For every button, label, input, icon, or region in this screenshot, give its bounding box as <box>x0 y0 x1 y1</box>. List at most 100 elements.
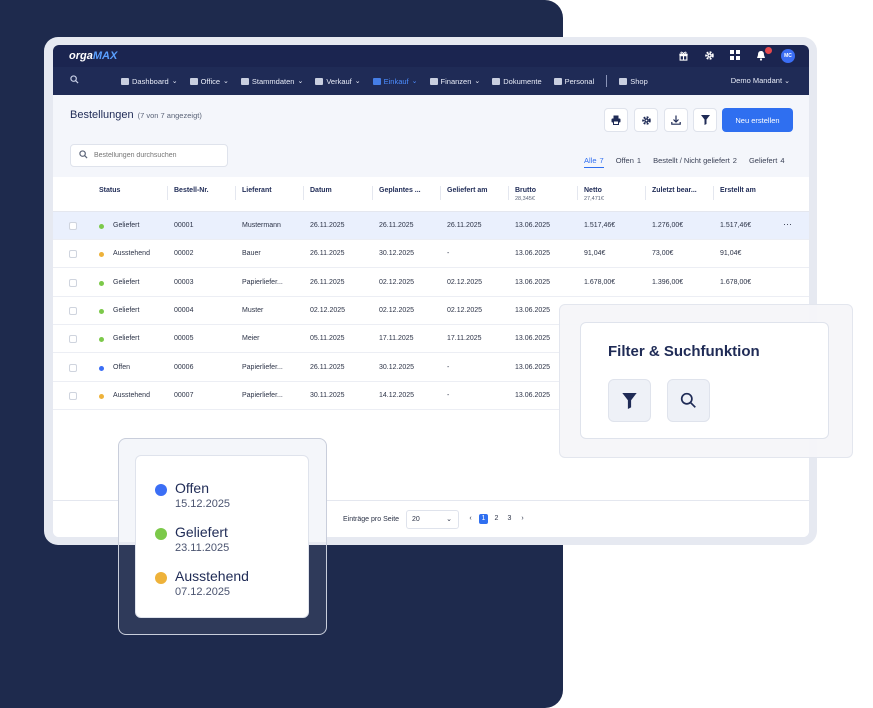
person-icon <box>553 77 562 85</box>
nav-item-einkauf[interactable]: Einkauf ⌄ <box>372 77 418 86</box>
avatar[interactable]: MC <box>781 49 795 63</box>
per-page-value: 20 <box>412 516 420 523</box>
col-erstellt[interactable]: Erstellt am <box>720 187 756 194</box>
cell-geliefert-am: - <box>447 391 450 399</box>
tab-alle[interactable]: Alle 7 <box>584 156 604 168</box>
filter-button[interactable] <box>608 379 651 422</box>
col-geliefert-am[interactable]: Geliefert am <box>447 187 487 194</box>
page-count: (7 von 7 angezeigt) <box>137 111 202 120</box>
status-dot <box>155 572 167 584</box>
page-2[interactable]: 2 <box>492 514 501 524</box>
filter-card: Filter & Suchfunktion <box>580 322 829 439</box>
row-checkbox[interactable] <box>69 278 77 287</box>
settings-button[interactable] <box>634 108 658 132</box>
nav-item-finanzen[interactable]: Finanzen ⌄ <box>429 77 480 86</box>
row-checkbox[interactable] <box>69 363 77 372</box>
row-checkbox[interactable] <box>69 250 77 259</box>
netto-sum: 27,471€ <box>584 196 604 202</box>
page-3[interactable]: 3 <box>505 514 514 524</box>
cell-nr: 00005 <box>174 335 194 343</box>
row-more-icon[interactable]: ··· <box>783 219 792 229</box>
per-page-select[interactable]: 20 ⌄ <box>406 510 459 529</box>
nav-search-icon[interactable] <box>70 75 79 87</box>
legend-date: 15.12.2025 <box>175 498 231 510</box>
status-dot <box>155 484 167 496</box>
nav-item-verkauf[interactable]: Verkauf ⌄ <box>315 77 361 86</box>
cell-status: Geliefert <box>113 278 140 286</box>
column-divider <box>508 186 509 200</box>
nav-item-shop[interactable]: Shop <box>619 77 648 86</box>
row-checkbox[interactable] <box>69 391 77 400</box>
search-icon <box>79 150 88 161</box>
bell-icon[interactable] <box>755 47 772 62</box>
col-zuletzt[interactable]: Zuletzt bear... <box>652 187 697 194</box>
tab-geliefert[interactable]: Geliefert 4 <box>749 156 785 168</box>
search-input[interactable] <box>94 152 214 159</box>
legend-label: Geliefert <box>175 524 228 540</box>
new-order-button[interactable]: Neu erstellen <box>722 108 793 132</box>
nav-item-personal[interactable]: Personal <box>553 77 594 86</box>
filter-icon <box>700 115 710 125</box>
cell-status: Geliefert <box>113 222 140 229</box>
cell-geplant: 26.11.2025 <box>379 222 414 229</box>
chevron-down-icon: ⌄ <box>223 78 229 85</box>
cell-lieferant: Papierliefer... <box>242 278 283 286</box>
nav-label: Stammdaten <box>251 76 295 86</box>
row-checkbox[interactable] <box>69 306 77 315</box>
users-icon <box>240 77 249 85</box>
nav-item-dashboard[interactable]: Dashboard ⌄ <box>121 77 178 86</box>
search-button[interactable] <box>667 379 710 422</box>
cell-status: Ausstehend <box>113 250 150 258</box>
cell-brutto: 13.06.2025 <box>515 335 551 343</box>
tab-offen[interactable]: Offen 1 <box>616 156 641 168</box>
cell-lieferant: Papierliefer... <box>242 363 283 371</box>
search-box[interactable] <box>70 144 228 167</box>
table-row[interactable]: Geliefert 00001 Mustermann 26.11.2025 26.11.… <box>53 212 809 240</box>
nav-item-office[interactable]: Office ⌄ <box>189 77 229 86</box>
cell-status: Ausstehend <box>113 391 150 399</box>
cell-datum: 26.11.2025 <box>310 278 345 286</box>
column-divider <box>167 186 168 200</box>
status-dot <box>99 365 104 371</box>
main-nav: Dashboard ⌄ Office ⌄ Stammdaten ⌄ Verkauf ⌄ … <box>53 67 809 95</box>
print-button[interactable] <box>604 108 628 132</box>
col-nr[interactable]: Bestell-Nr. <box>174 187 209 194</box>
legend-label: Offen <box>175 480 209 496</box>
col-datum[interactable]: Datum <box>310 187 332 194</box>
cell-status: Geliefert <box>113 306 140 314</box>
row-checkbox[interactable] <box>69 335 77 344</box>
gear-icon[interactable] <box>703 50 715 62</box>
table-row[interactable]: Geliefert 00003 Papierliefer... 26.11.2025 0… <box>53 268 809 297</box>
filter-button[interactable] <box>693 108 717 132</box>
chevron-down-icon: ⌄ <box>297 78 304 85</box>
gift-icon[interactable] <box>677 50 689 62</box>
col-status[interactable]: Status <box>99 187 120 194</box>
tab-label: Alle <box>584 156 597 165</box>
status-dot <box>99 280 104 286</box>
app-logo[interactable]: orgaMAX <box>69 50 117 62</box>
mandant-selector[interactable]: Demo Mandant ⌄ <box>731 76 790 85</box>
col-geplant[interactable]: Geplantes ... <box>379 187 421 194</box>
cell-geliefert-am: 02.12.2025 <box>447 306 483 314</box>
page-1[interactable]: 1 <box>479 514 488 524</box>
col-netto[interactable]: Netto 27,471€ <box>584 187 604 202</box>
nav-item-dokumente[interactable]: Dokumente <box>492 77 542 86</box>
cell-brutto: 13.06.2025 <box>515 250 551 258</box>
download-button[interactable] <box>664 108 688 132</box>
cell-zuletzt: 73,00€ <box>652 250 674 258</box>
next-page-icon[interactable]: › <box>518 514 527 524</box>
prev-page-icon[interactable]: ‹ <box>466 514 475 524</box>
nav-item-stammdaten[interactable]: Stammdaten ⌄ <box>240 76 304 86</box>
tab-bestellt[interactable]: Bestellt / Nicht geliefert 2 <box>653 156 737 168</box>
cell-geplant: 02.12.2025 <box>379 278 415 286</box>
col-lieferant[interactable]: Lieferant <box>242 187 272 194</box>
col-brutto[interactable]: Brutto 28,345€ <box>515 187 536 202</box>
top-icons: MC <box>677 47 795 63</box>
cell-lieferant: Papierliefer... <box>242 391 283 399</box>
apps-grid-icon[interactable] <box>729 50 741 62</box>
column-divider <box>645 186 646 200</box>
download-icon <box>671 115 681 125</box>
cell-geliefert-am: - <box>447 363 450 371</box>
row-checkbox[interactable] <box>69 222 77 230</box>
table-row[interactable]: Ausstehend 00002 Bauer 26.11.2025 30.12.2025… <box>53 240 809 269</box>
